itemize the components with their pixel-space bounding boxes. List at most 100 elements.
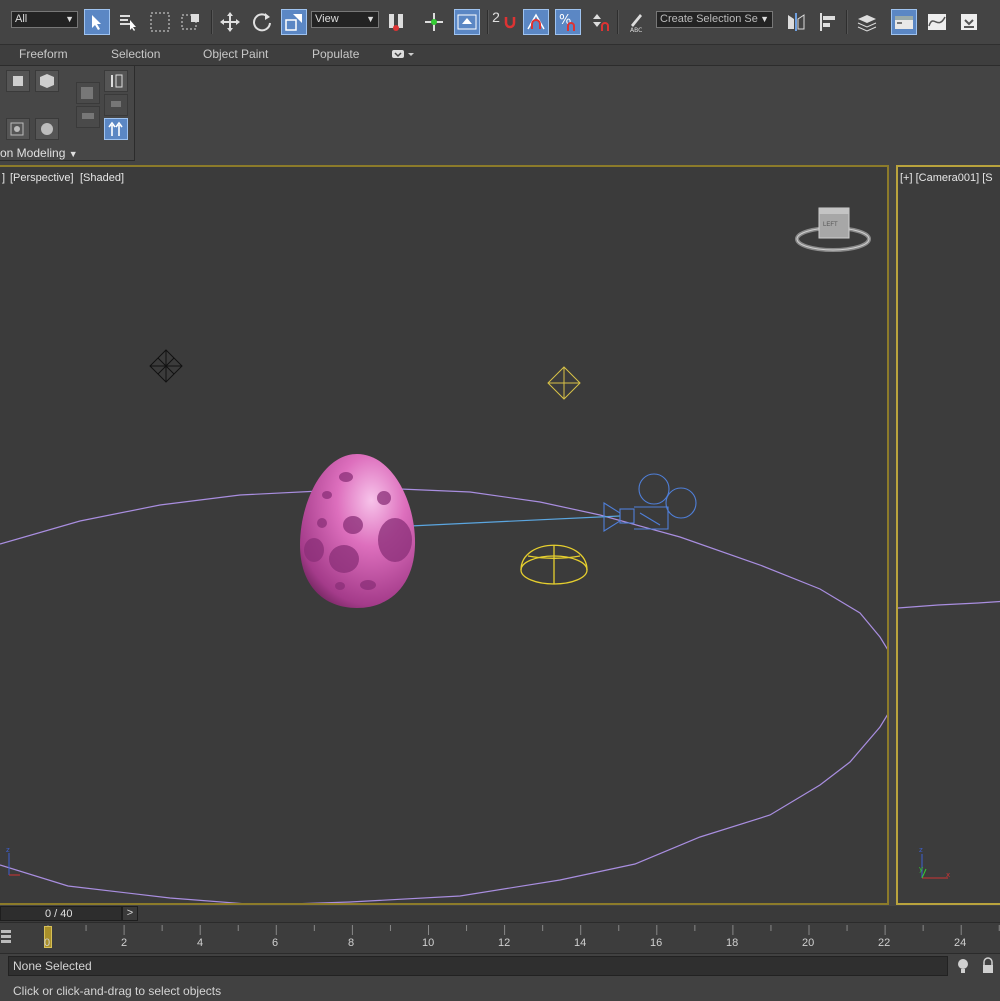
scene-explorer-icon	[895, 16, 913, 29]
timeline-tick-label: 22	[878, 937, 891, 949]
rotate-icon	[253, 13, 271, 32]
angle-snap-button[interactable]	[523, 9, 549, 35]
pin-icon	[82, 113, 94, 119]
preserve-uvs-button[interactable]	[6, 118, 30, 140]
move-icon	[220, 12, 240, 32]
svg-text:z: z	[919, 846, 923, 854]
selection-status-field: None Selected	[8, 956, 948, 976]
timeline-tick-label: 10	[422, 937, 435, 949]
svg-text:y: y	[919, 865, 923, 873]
cube-icon	[40, 74, 54, 88]
curve-editor-icon	[928, 14, 946, 30]
keyboard-shortcut-override-button[interactable]	[454, 9, 480, 35]
svg-text:x: x	[946, 871, 950, 879]
modify-mode-button[interactable]	[6, 70, 30, 92]
rotate-button[interactable]	[249, 9, 275, 35]
snap-number: 2	[492, 9, 500, 25]
chevron-down-icon: ▼	[65, 14, 74, 24]
spinner-snap-button[interactable]	[587, 9, 613, 35]
stack-icon	[81, 87, 93, 99]
move-button[interactable]	[217, 9, 243, 35]
viewcube-icon	[795, 207, 871, 252]
align-button[interactable]	[815, 9, 841, 35]
rect-selection-region-button[interactable]	[147, 9, 173, 35]
svg-text:ABC: ABC	[630, 27, 642, 33]
camera-viewport[interactable]: [+] [Camera001] [S z y x	[896, 165, 1000, 905]
ribbon-panel-title[interactable]: on Modeling ▼	[0, 146, 78, 160]
tab-selection[interactable]: Selection	[111, 47, 160, 61]
timeline-tick-label: 0	[44, 937, 51, 949]
ignore-backfacing-button[interactable]	[35, 118, 59, 140]
scale-button[interactable]	[281, 9, 307, 35]
element-mode-button[interactable]	[35, 70, 59, 92]
ribbon-panel-polygon-modeling: on Modeling ▼	[0, 66, 135, 161]
window-crossing-button[interactable]	[178, 9, 204, 35]
timeline-tick-label: 18	[726, 937, 739, 949]
mirror-icon	[788, 13, 805, 31]
flag-icon	[111, 101, 121, 107]
named-selection-value: Create Selection Se	[660, 13, 758, 25]
ribbon-options-button[interactable]	[391, 48, 415, 63]
pivot-icon	[389, 14, 403, 31]
selection-status-text: None Selected	[13, 959, 92, 973]
camera-view-path	[898, 600, 1000, 609]
circle-icon	[41, 123, 53, 135]
angle-snap-icon	[527, 13, 545, 30]
named-selection-dropdown[interactable]: Create Selection Se ▼	[656, 11, 773, 28]
timeline-tick-label: 2	[121, 937, 128, 949]
next-frame-button[interactable]: >	[122, 906, 138, 921]
spinner-snap-icon	[593, 14, 609, 31]
pencil-abc-icon: ABC	[630, 14, 642, 33]
percent-snap-button[interactable]: %	[555, 9, 581, 35]
curve-editor-button[interactable]	[924, 9, 950, 35]
ribbon-options-icon	[392, 50, 414, 58]
select-object-button[interactable]	[84, 9, 110, 35]
selection-filter-dropdown[interactable]: All ▼	[11, 11, 78, 28]
chevron-down-icon: ▼	[366, 14, 375, 24]
time-slider-thumb[interactable]: 0 / 40	[0, 906, 122, 921]
svg-text:z: z	[6, 846, 10, 854]
egg-object	[300, 454, 416, 608]
edit-named-selection-button[interactable]: ABC	[623, 9, 649, 35]
viewcube[interactable]: LEFT	[795, 205, 871, 257]
remove-modifier-button[interactable]	[104, 118, 128, 140]
make-unique-button[interactable]	[104, 94, 128, 116]
schematic-view-button[interactable]	[956, 9, 982, 35]
time-slider: 0 / 40 >	[0, 906, 1000, 922]
cursor-icon	[92, 15, 101, 30]
tab-object-paint[interactable]: Object Paint	[203, 47, 268, 61]
show-end-result-button[interactable]	[104, 70, 128, 92]
omni-light-black	[149, 349, 183, 383]
scene-explorer-button[interactable]	[891, 9, 917, 35]
timeline-tick-label: 16	[650, 937, 663, 949]
collapse-stack-button[interactable]	[76, 82, 100, 104]
timeline[interactable]: 0 2 4 6 8 10 12 14 16 18 20 22 24	[0, 922, 1000, 953]
timeline-tick-label: 14	[574, 937, 587, 949]
layer-explorer-button[interactable]	[854, 9, 880, 35]
end-result-icon	[111, 74, 123, 88]
selection-lock-button[interactable]	[980, 957, 996, 975]
camera-axis-tripod: z y x	[919, 846, 950, 879]
mirror-button[interactable]	[783, 9, 809, 35]
next-frame-label: >	[126, 907, 134, 919]
perspective-viewport[interactable]: ] [Perspective] [Shaded] LEFT z	[0, 165, 889, 905]
camera-target-line	[409, 515, 621, 527]
manipulate-icon	[425, 13, 443, 31]
snaps-toggle-button[interactable]: 2	[491, 9, 517, 35]
pivot-center-button[interactable]	[384, 9, 410, 35]
circular-path-spline	[0, 488, 887, 903]
isolate-selection-button[interactable]	[955, 957, 971, 975]
percent-snap-icon: %	[559, 13, 575, 31]
pin-stack-button[interactable]	[76, 106, 100, 128]
chevron-down-icon: ▼	[760, 14, 769, 24]
reference-coord-dropdown[interactable]: View ▼	[311, 11, 379, 28]
window-crossing-icon	[181, 14, 199, 30]
schematic-icon	[961, 14, 977, 30]
tab-populate[interactable]: Populate	[312, 47, 359, 61]
timeline-tick-label: 4	[197, 937, 204, 949]
select-manipulate-button[interactable]	[421, 9, 447, 35]
prompt-line: Click or click-and-drag to select object…	[13, 984, 222, 998]
select-by-name-button[interactable]	[115, 9, 141, 35]
tab-freeform[interactable]: Freeform	[19, 47, 68, 61]
timeline-tick-label: 8	[348, 937, 355, 949]
